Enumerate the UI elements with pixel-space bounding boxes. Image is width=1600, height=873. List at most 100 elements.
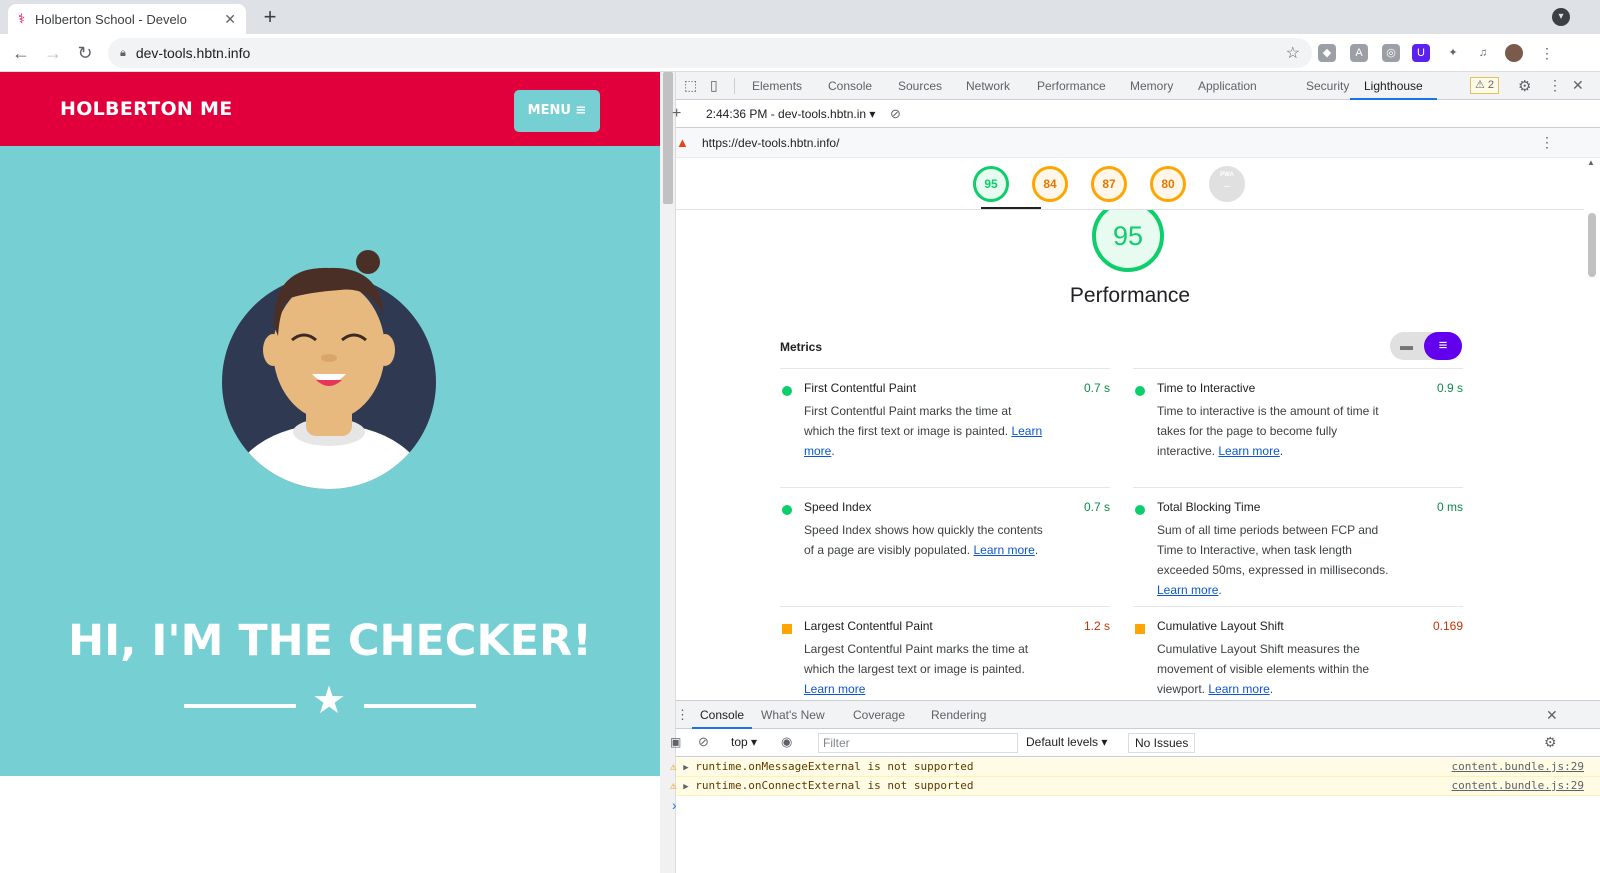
learn-more-link[interactable]: Learn more: [1157, 583, 1218, 597]
site-header: HOLBERTON ME MENU ≡: [0, 72, 660, 146]
bookmark-star-icon[interactable]: ☆: [1286, 43, 1300, 63]
console-settings-gear-icon[interactable]: ⚙: [1544, 734, 1557, 751]
report-menu-icon[interactable]: ⋮: [1540, 134, 1554, 151]
live-expression-eye-icon[interactable]: ◉: [781, 734, 792, 750]
drawer-menu-icon[interactable]: ⋮: [676, 707, 689, 723]
context-select[interactable]: top ▾: [731, 735, 757, 749]
metric-fcp: First Contentful Paint 0.7 s First Conte…: [780, 368, 1110, 486]
browser-menu-icon[interactable]: ⋮: [1538, 44, 1556, 62]
hero-section: HI, I'M THE CHECKER! ★: [0, 146, 660, 776]
gauge-performance[interactable]: 95: [973, 166, 1009, 202]
extension-app-icon[interactable]: ◎: [1382, 44, 1400, 62]
category-title: Performance: [1069, 284, 1191, 307]
drawer-tab-rendering[interactable]: Rendering: [931, 701, 986, 729]
performance-score-gauge: 95: [1092, 210, 1164, 272]
tab-console[interactable]: Console: [828, 72, 872, 100]
console-message[interactable]: ⚠ ▶ runtime.onMessageExternal is not sup…: [670, 758, 1600, 777]
scroll-up-icon[interactable]: ▲: [1587, 158, 1595, 167]
lighthouse-report: 95 Performance Metrics ▬ ≡ First Content…: [676, 210, 1584, 785]
metric-speed-index: Speed Index 0.7 s Speed Index shows how …: [780, 487, 1110, 605]
address-url[interactable]: dev-tools.hbtn.info: [136, 45, 250, 61]
tab-sources[interactable]: Sources: [898, 72, 942, 100]
back-icon[interactable]: ←: [8, 40, 34, 66]
learn-more-link[interactable]: Learn more: [1218, 444, 1279, 458]
browser-toolbar: ← → ↻ 🔒︎ dev-tools.hbtn.info ☆ ◆ A ◎ U ✦…: [0, 34, 1600, 72]
tab-performance[interactable]: Performance: [1037, 72, 1106, 100]
drawer-tab-whats-new[interactable]: What's New: [761, 701, 825, 729]
metric-value: 1.2 s: [1083, 619, 1110, 633]
report-scrollbar[interactable]: ▲ ▼: [1584, 158, 1600, 785]
tab-search-icon[interactable]: ▾: [1552, 8, 1570, 26]
pass-dot-icon: [1135, 505, 1145, 515]
gauge-pwa[interactable]: PWA —: [1209, 166, 1245, 202]
devtools-menu-icon[interactable]: ⋮: [1548, 77, 1562, 94]
extension-u-icon[interactable]: U: [1412, 44, 1430, 62]
extension-shield-icon[interactable]: ◆: [1318, 44, 1336, 62]
learn-more-link[interactable]: Learn more: [973, 543, 1034, 557]
report-url[interactable]: https://dev-tools.hbtn.info/: [702, 136, 839, 150]
report-url-bar: ▲ https://dev-tools.hbtn.info/ ⋮: [676, 128, 1600, 158]
browser-tab[interactable]: ⚕ Holberton School - Develo ✕: [8, 4, 246, 34]
device-toolbar-icon[interactable]: ▯: [710, 77, 718, 94]
expand-arrow-icon[interactable]: ▶: [683, 763, 688, 773]
forward-icon[interactable]: →: [40, 40, 66, 66]
console-prompt[interactable]: ›: [672, 797, 677, 813]
gauge-best-practices[interactable]: 87: [1091, 166, 1127, 202]
site-brand[interactable]: HOLBERTON ME: [60, 98, 233, 120]
tab-security[interactable]: Security: [1306, 72, 1349, 100]
warning-icon: ⚠: [670, 779, 677, 792]
tab-memory[interactable]: Memory: [1130, 72, 1173, 100]
metric-name: Speed Index: [804, 500, 872, 514]
profile-avatar[interactable]: [1505, 44, 1523, 62]
learn-more-link[interactable]: Learn more: [804, 682, 865, 696]
extension-translate-icon[interactable]: A: [1350, 44, 1368, 62]
lighthouse-logo-icon: ▲: [676, 135, 689, 150]
compact-view-icon[interactable]: ▬: [1400, 332, 1413, 360]
metric-tti: Time to Interactive 0.9 s Time to intera…: [1133, 368, 1463, 486]
extensions-puzzle-icon[interactable]: ✦: [1444, 44, 1462, 62]
learn-more-link[interactable]: Learn more: [1208, 682, 1269, 696]
message-source-link[interactable]: content.bundle.js:29: [1452, 758, 1584, 776]
site-menu-button[interactable]: MENU ≡: [514, 90, 600, 132]
clear-reports-icon[interactable]: ⊘: [890, 106, 901, 122]
report-scroll-thumb[interactable]: [1588, 213, 1596, 277]
drawer-tab-console[interactable]: Console: [692, 701, 753, 729]
log-levels-select[interactable]: Default levels ▾: [1026, 735, 1107, 749]
sidebar-toggle-icon[interactable]: ▣: [670, 735, 681, 749]
expand-arrow-icon[interactable]: ▶: [683, 782, 688, 792]
gauge-accessibility[interactable]: 84: [1032, 166, 1068, 202]
settings-gear-icon[interactable]: ⚙: [1518, 77, 1531, 95]
metric-description: Speed Index shows how quickly the conten…: [804, 523, 1043, 557]
media-control-icon[interactable]: ♫: [1474, 44, 1492, 62]
close-devtools-icon[interactable]: ✕: [1572, 77, 1584, 94]
tab-lighthouse[interactable]: Lighthouse: [1350, 72, 1437, 100]
new-report-icon[interactable]: +: [672, 105, 681, 123]
address-bar[interactable]: 🔒︎ dev-tools.hbtn.info ☆: [108, 38, 1312, 68]
page-scrollbar[interactable]: [660, 72, 676, 873]
report-select[interactable]: 2:44:36 PM - dev-tools.hbtn.in ▾: [706, 107, 875, 121]
toolbar-divider: [734, 78, 735, 94]
gauge-seo[interactable]: 80: [1150, 166, 1186, 202]
tab-application[interactable]: Application: [1198, 72, 1257, 100]
inspect-element-icon[interactable]: ⬚: [684, 77, 697, 94]
metrics-view-toggle[interactable]: ▬ ≡: [1390, 332, 1462, 360]
message-source-link[interactable]: content.bundle.js:29: [1452, 777, 1584, 795]
average-square-icon: [1135, 624, 1145, 634]
reload-icon[interactable]: ↻: [72, 40, 98, 66]
metric-description: Sum of all time periods between FCP and …: [1157, 523, 1389, 597]
score-gauges: 95 84 87 80 PWA —: [676, 158, 1584, 210]
console-filter-input[interactable]: Filter: [818, 733, 1018, 753]
new-tab-button[interactable]: +: [256, 4, 284, 32]
issues-button[interactable]: No Issues: [1128, 733, 1196, 753]
drawer-tab-coverage[interactable]: Coverage: [853, 701, 905, 729]
warnings-badge[interactable]: ⚠ 2: [1470, 77, 1500, 94]
pass-dot-icon: [1135, 386, 1145, 396]
expanded-view-icon[interactable]: ≡: [1424, 332, 1462, 360]
console-message[interactable]: ⚠ ▶ runtime.onConnectExternal is not sup…: [670, 777, 1600, 796]
tab-elements[interactable]: Elements: [752, 72, 802, 100]
clear-console-icon[interactable]: ⊘: [698, 734, 709, 750]
tab-close-icon[interactable]: ✕: [224, 11, 236, 28]
page-scroll-thumb[interactable]: [663, 72, 673, 204]
close-drawer-icon[interactable]: ✕: [1546, 707, 1558, 724]
tab-network[interactable]: Network: [966, 72, 1010, 100]
